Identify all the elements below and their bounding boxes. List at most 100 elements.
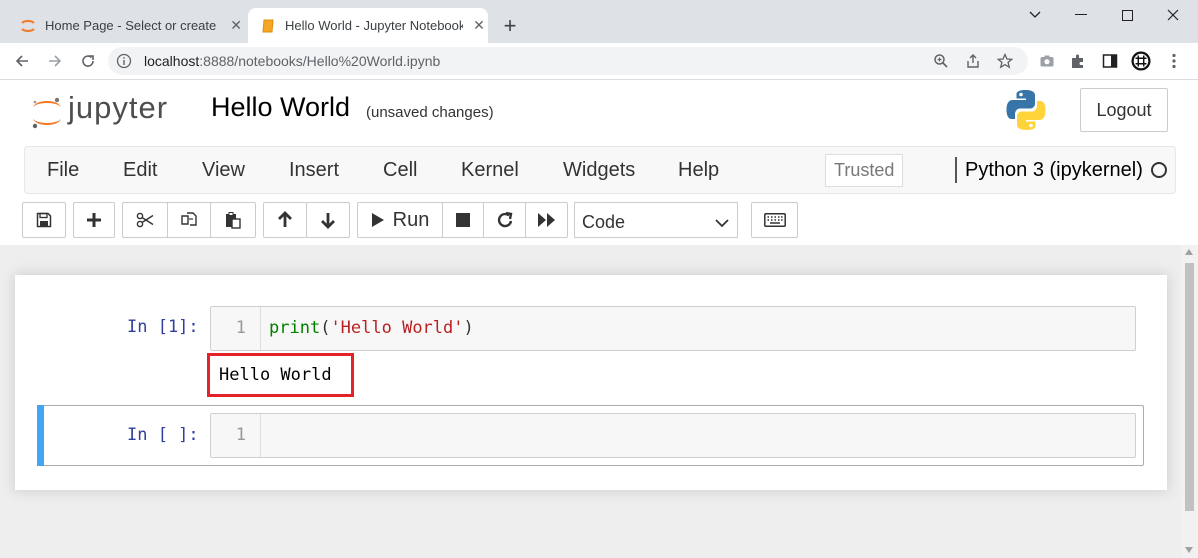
notebook-toolbar: Run Code	[0, 202, 1198, 240]
tab-title: Hello World - Jupyter Notebook	[285, 18, 463, 33]
line-number: 1	[235, 425, 246, 445]
menu-insert[interactable]: Insert	[289, 159, 339, 182]
cut-button[interactable]	[122, 202, 168, 238]
camera-icon[interactable]	[1037, 51, 1057, 71]
tab-title: Home Page - Select or create a	[45, 18, 221, 33]
jupyter-tab-icon	[20, 18, 36, 34]
kernel-idle-indicator	[1151, 162, 1167, 178]
minimize-icon[interactable]	[1058, 0, 1104, 30]
close-tab-icon[interactable]: ✕	[228, 17, 244, 34]
more-menu-icon[interactable]	[1164, 51, 1184, 71]
code-bracket: (	[320, 318, 331, 338]
notebook-title[interactable]: Hello World	[211, 92, 350, 123]
line-number-gutter: 1	[211, 307, 261, 350]
run-button[interactable]: Run	[357, 202, 443, 238]
scissors-icon	[136, 212, 154, 228]
code-builtin: print	[269, 318, 321, 338]
reload-icon[interactable]	[76, 49, 100, 73]
code-bracket: )	[463, 318, 474, 338]
move-up-button[interactable]	[263, 202, 307, 238]
kernel-divider	[955, 157, 957, 183]
save-status: (unsaved changes)	[366, 104, 494, 121]
jupyter-logo[interactable]: jupyter	[30, 88, 190, 132]
plus-icon[interactable]: +	[498, 13, 522, 38]
logo-wordmark: jupyter	[68, 90, 169, 125]
copy-button[interactable]	[167, 202, 211, 238]
copy-icon	[181, 212, 197, 226]
restart-run-all-button[interactable]	[525, 202, 568, 238]
browser-tab-bar: Home Page - Select or create a ✕ Hello W…	[0, 0, 1198, 43]
plus-icon	[87, 213, 101, 227]
back-icon[interactable]	[10, 49, 34, 73]
jupyter-header: jupyter Hello World (unsaved changes) Lo…	[0, 80, 1198, 245]
url-path: :8888/notebooks/Hello%20World.ipynb	[199, 53, 441, 69]
info-icon[interactable]	[116, 53, 132, 69]
run-label: Run	[392, 208, 430, 231]
close-icon[interactable]	[1150, 0, 1196, 30]
restart-icon	[497, 211, 512, 228]
save-icon	[36, 212, 52, 228]
keyboard-icon	[763, 213, 786, 227]
save-button[interactable]	[22, 202, 66, 238]
insert-cell-button[interactable]	[73, 202, 115, 238]
code-input-area[interactable]: 1	[210, 413, 1136, 458]
scroll-down-arrow-icon[interactable]	[1185, 547, 1193, 553]
selected-cell-indicator	[37, 405, 44, 466]
paste-button[interactable]	[210, 202, 256, 238]
bookmark-star-icon[interactable]	[996, 52, 1014, 70]
arrow-up-icon	[278, 211, 292, 227]
share-icon[interactable]	[964, 52, 982, 70]
logout-button[interactable]: Logout	[1080, 88, 1168, 132]
cell-output-text: Hello World	[219, 365, 332, 385]
url-host: localhost	[144, 53, 200, 69]
command-palette-button[interactable]	[751, 202, 798, 238]
code-line: print('Hello World')	[269, 318, 474, 338]
fast-forward-icon	[537, 213, 555, 227]
restart-kernel-button[interactable]	[483, 202, 526, 238]
menu-widgets[interactable]: Widgets	[563, 159, 635, 182]
cell-prompt: In [ ]:	[127, 425, 199, 445]
cell-type-value: Code	[582, 212, 626, 232]
extensions-icon[interactable]	[1068, 51, 1088, 71]
url-field[interactable]: localhost:8888/notebooks/Hello%20World.i…	[108, 47, 1028, 75]
menu-kernel[interactable]: Kernel	[461, 159, 519, 182]
line-number-gutter: 1	[211, 414, 261, 457]
chevron-down-icon[interactable]	[1012, 0, 1058, 30]
vertical-scrollbar[interactable]	[1181, 245, 1198, 558]
cell-type-select[interactable]: Code	[574, 202, 738, 238]
scroll-up-arrow-icon[interactable]	[1185, 249, 1193, 255]
play-icon	[371, 213, 384, 227]
menu-help[interactable]: Help	[678, 159, 719, 182]
paste-icon	[226, 212, 241, 229]
cell-prompt: In [1]:	[127, 317, 199, 337]
tab-home-page[interactable]: Home Page - Select or create a ✕	[8, 8, 244, 43]
stop-icon	[456, 213, 470, 227]
interrupt-button[interactable]	[442, 202, 484, 238]
menu-edit[interactable]: Edit	[123, 159, 157, 182]
python-logo-icon	[1004, 88, 1048, 132]
code-string: 'Hello World'	[330, 318, 464, 338]
menu-cell[interactable]: Cell	[383, 159, 417, 182]
kernel-name[interactable]: Python 3 (ipykernel)	[965, 159, 1143, 182]
code-input-area[interactable]: 1 print('Hello World')	[210, 306, 1136, 351]
forward-icon[interactable]	[43, 49, 67, 73]
notebook-container: In [1]: 1 print('Hello World') Hello Wor…	[15, 275, 1167, 490]
chevron-down-icon	[715, 212, 729, 233]
menu-view[interactable]: View	[202, 159, 245, 182]
tab-hello-world[interactable]: Hello World - Jupyter Notebook ✕	[248, 8, 488, 43]
side-panel-icon[interactable]	[1100, 51, 1120, 71]
zoom-icon[interactable]	[932, 52, 950, 70]
maximize-icon[interactable]	[1104, 0, 1150, 30]
cell-output-highlight: Hello World	[207, 353, 354, 397]
arrow-down-icon	[321, 213, 335, 229]
scrollbar-thumb[interactable]	[1185, 263, 1194, 511]
url-text: localhost:8888/notebooks/Hello%20World.i…	[144, 53, 440, 69]
profile-avatar[interactable]	[1131, 51, 1151, 71]
move-down-button[interactable]	[306, 202, 350, 238]
menu-bar: File Edit View Insert Cell Kernel Widget…	[24, 146, 1176, 194]
close-tab-icon[interactable]: ✕	[471, 17, 487, 34]
menu-file[interactable]: File	[47, 159, 79, 182]
line-number: 1	[235, 318, 246, 338]
notebook-tab-icon	[260, 18, 276, 34]
trusted-indicator[interactable]: Trusted	[825, 154, 904, 187]
